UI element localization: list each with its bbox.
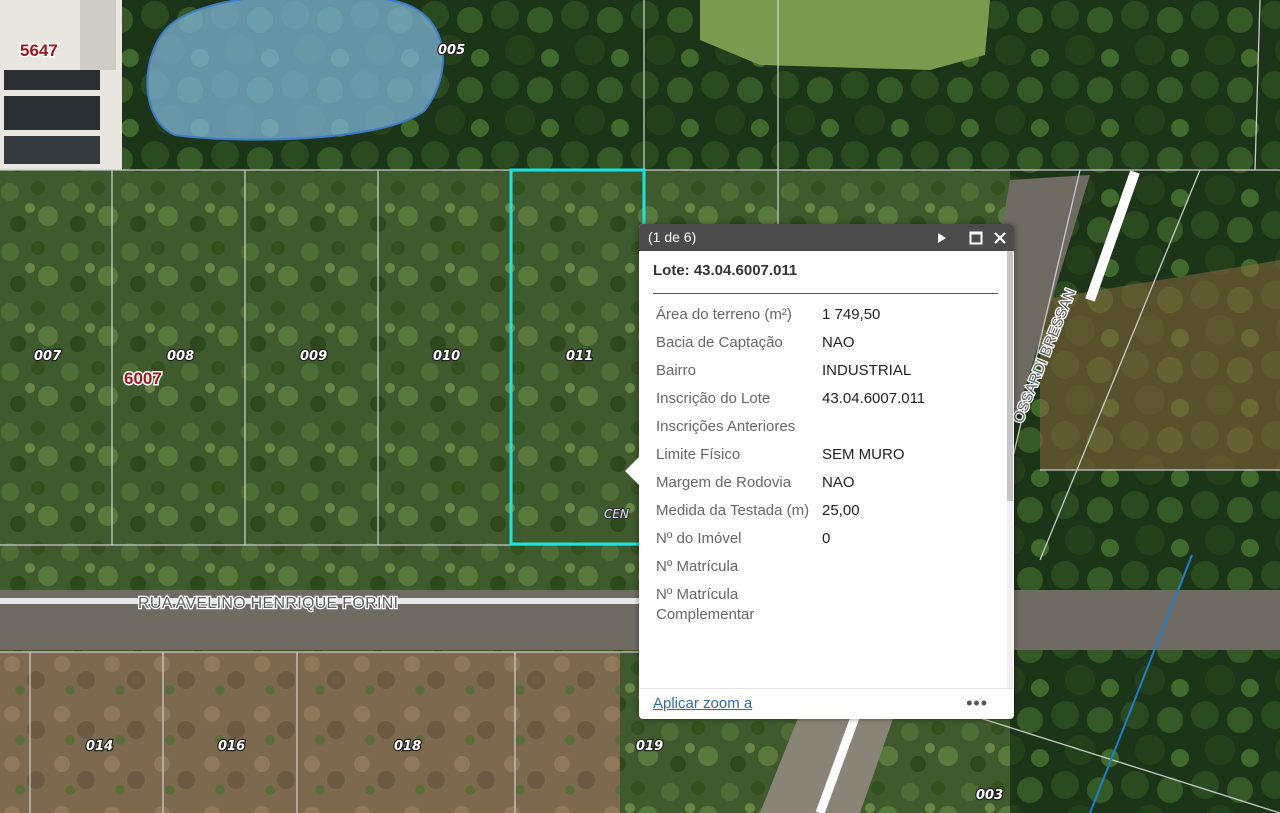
water-body — [146, 0, 444, 141]
field-value: 1 749,50 — [822, 306, 881, 323]
feature-popup: (1 de 6) Lote: 43.04.6007.011 Área do te… — [625, 224, 1014, 719]
table-row: Inscrição do Lote 43.04.6007.011 — [652, 385, 997, 413]
field-name: Inscrições Anteriores — [656, 418, 796, 435]
field-value: NAO — [822, 334, 855, 351]
field-name: Bacia de Captação — [656, 334, 783, 351]
field-name: Inscrição do Lote — [656, 390, 771, 407]
table-row: Bairro INDUSTRIAL — [652, 357, 997, 385]
lot-label: 019 — [636, 739, 663, 754]
maximize-icon[interactable] — [964, 224, 988, 251]
popup-header: (1 de 6) — [639, 224, 1014, 251]
popup-scrollbar[interactable] — [1007, 251, 1013, 688]
table-row: Medida da Testada (m) 25,00 — [652, 497, 997, 525]
lot-label: 008 — [167, 349, 194, 364]
lot-label: 018 — [394, 739, 421, 754]
lot-label: 016 — [218, 739, 245, 754]
zoom-to-link[interactable]: Aplicar zoom a — [653, 695, 752, 712]
lot-label: 007 — [34, 349, 62, 364]
table-row: Nº Matrícula — [652, 553, 997, 581]
field-name: Área do terreno (m²) — [656, 306, 792, 323]
field-name: Nº Matrícula — [656, 558, 739, 575]
field-name: Nº Matrícula Complementar — [656, 586, 755, 623]
partial-label: CEN — [604, 507, 629, 521]
field-value: 25,00 — [822, 502, 860, 519]
popup-title: Lote: 43.04.6007.011 — [653, 262, 798, 279]
building — [0, 0, 122, 170]
lot-label: 009 — [300, 349, 327, 364]
field-value: SEM MURO — [822, 446, 905, 463]
field-value — [818, 581, 997, 629]
title-divider — [653, 293, 998, 294]
lot-label: 011 — [566, 349, 593, 364]
field-value: 43.04.6007.011 — [822, 390, 926, 407]
lot-label: 003 — [976, 788, 1003, 803]
popup-footer: Aplicar zoom a ••• — [639, 688, 1014, 719]
block-label: 5647 — [20, 41, 58, 60]
table-row: Área do terreno (m²) 1 749,50 — [652, 301, 997, 329]
table-row: Inscrições Anteriores — [652, 413, 997, 441]
table-row: Nº Matrícula Complementar — [652, 581, 997, 629]
table-row: Limite Físico SEM MURO — [652, 441, 997, 469]
more-actions-icon[interactable]: ••• — [966, 693, 988, 714]
lot-label: 010 — [433, 349, 460, 364]
lot-label: 014 — [86, 739, 113, 754]
field-value: 0 — [822, 530, 831, 547]
table-row: Margem de Rodovia NAO — [652, 469, 997, 497]
field-name: Margem de Rodovia — [656, 474, 792, 491]
cleared-ground — [0, 652, 620, 813]
field-value: INDUSTRIAL — [822, 362, 912, 379]
field-name: Bairro — [656, 362, 697, 379]
popup-pointer — [625, 457, 639, 485]
field-name: Limite Físico — [656, 446, 741, 463]
field-value: NAO — [822, 474, 855, 491]
field-name: Nº do Imóvel — [656, 530, 742, 547]
field-name: Medida da Testada (m) — [656, 502, 810, 519]
lot-label: 005 — [438, 43, 465, 58]
feature-counter: (1 de 6) — [648, 229, 697, 245]
block-label: 6007 — [124, 369, 162, 388]
table-row: Nº do Imóvel 0 — [652, 525, 997, 553]
street-label: RUA AVELINO HENRIQUE FORINI — [138, 595, 398, 612]
attribute-table: Área do terreno (m²) 1 749,50 Bacia de Ca… — [652, 301, 997, 629]
popup-body[interactable]: Lote: 43.04.6007.011 Área do terreno (m²… — [639, 251, 1014, 688]
table-row: Bacia de Captação NAO — [652, 329, 997, 357]
field-value — [818, 553, 997, 581]
close-icon[interactable] — [988, 224, 1012, 251]
play-icon[interactable] — [930, 224, 954, 251]
scrollbar-thumb[interactable] — [1007, 251, 1013, 501]
field-value — [818, 413, 997, 441]
